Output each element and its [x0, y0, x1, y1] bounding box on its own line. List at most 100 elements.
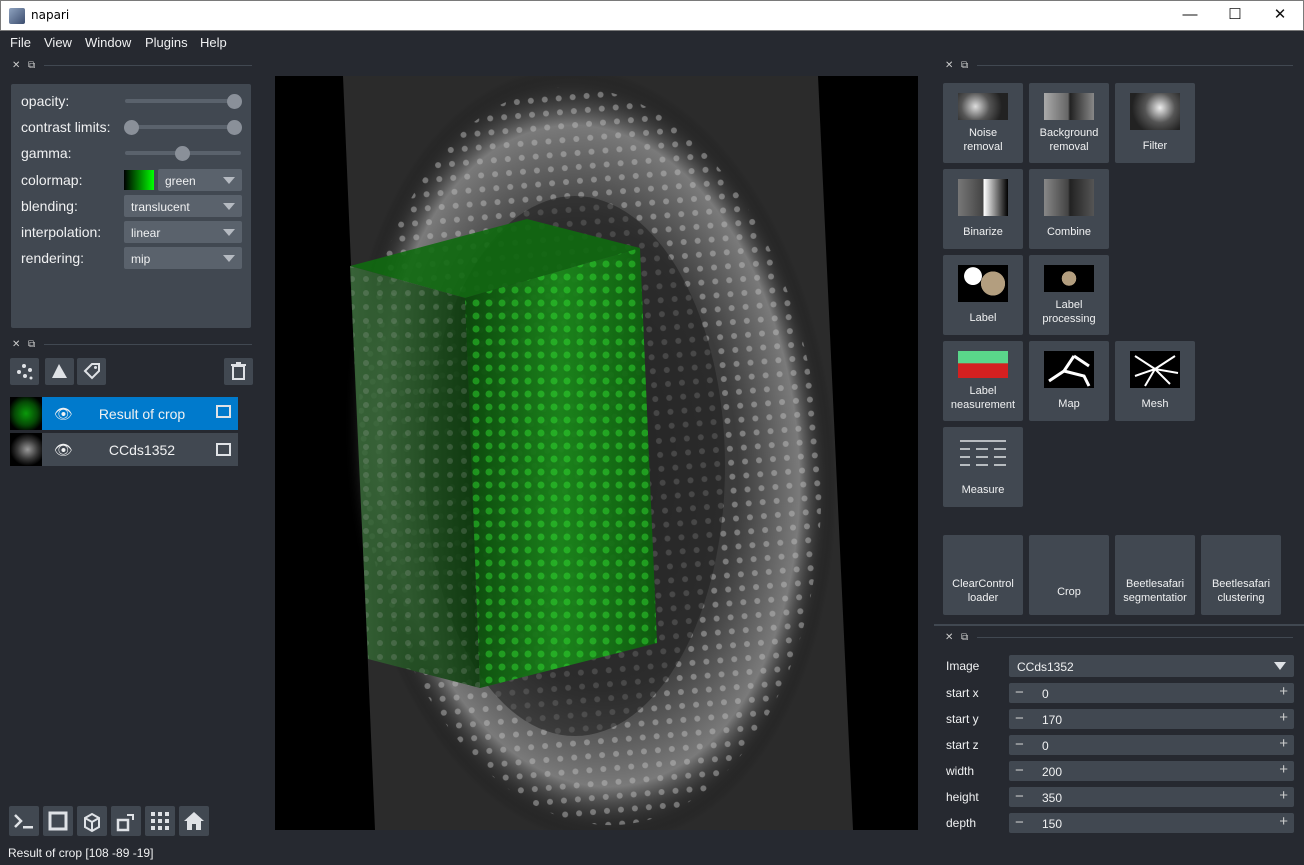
eye-icon[interactable]: 👁: [54, 405, 73, 423]
crop-button[interactable]: Crop: [1029, 535, 1109, 615]
depth-spinbox[interactable]: − 150 +: [1009, 813, 1294, 833]
blending-label: blending:: [21, 198, 78, 214]
image-select-value: CCds1352: [1017, 660, 1074, 674]
start-y-spinbox[interactable]: − 170 +: [1009, 709, 1294, 729]
start-z-spinbox[interactable]: − 0 +: [1009, 735, 1294, 755]
dock-float-icon[interactable]: ⧉: [28, 339, 35, 350]
dock-close-icon[interactable]: ✕: [12, 339, 20, 350]
rendering-value: mip: [131, 252, 151, 266]
beetlesafari-segmentation-button[interactable]: Beetlesafari segmentatior: [1115, 535, 1195, 615]
new-points-button[interactable]: [10, 358, 39, 385]
image-type-icon: [216, 443, 231, 456]
measure-button[interactable]: Measure: [943, 427, 1023, 507]
opacity-slider[interactable]: [125, 99, 241, 103]
dock-float-icon[interactable]: ⧉: [28, 60, 35, 71]
layer-row-ccds1352[interactable]: 👁 CCds1352: [10, 433, 238, 466]
colormap-dropdown[interactable]: green: [158, 169, 242, 191]
label-measurement-button[interactable]: Label neasurement: [943, 341, 1023, 421]
window-title: napari: [31, 8, 70, 22]
minus-icon[interactable]: −: [1015, 762, 1024, 779]
grid-button[interactable]: [145, 806, 175, 836]
console-button[interactable]: [9, 806, 39, 836]
menu-plugins[interactable]: Plugins: [145, 35, 188, 50]
height-spinbox[interactable]: − 350 +: [1009, 787, 1294, 807]
mesh-button[interactable]: Mesh: [1115, 341, 1195, 421]
contrast-limits-label: contrast limits:: [21, 119, 111, 135]
minus-icon[interactable]: −: [1015, 684, 1024, 701]
minus-icon[interactable]: −: [1015, 788, 1024, 805]
minimize-button[interactable]: —: [1167, 0, 1213, 30]
dock-close-icon[interactable]: ✕: [945, 632, 953, 643]
menu-view[interactable]: View: [44, 35, 72, 50]
plus-icon[interactable]: +: [1279, 709, 1288, 726]
dock-close-icon[interactable]: ✕: [945, 60, 953, 71]
grid-icon: [151, 812, 169, 830]
dock-close-icon[interactable]: ✕: [12, 60, 20, 71]
mesh-graph-icon: [1134, 355, 1179, 387]
minus-icon[interactable]: −: [1015, 814, 1024, 831]
rendering-dropdown[interactable]: mip: [124, 247, 242, 269]
transpose-button[interactable]: [111, 806, 141, 836]
menu-window[interactable]: Window: [85, 35, 131, 50]
plus-icon[interactable]: +: [1279, 787, 1288, 804]
width-spinbox[interactable]: − 200 +: [1009, 761, 1294, 781]
layer-row-result-of-crop[interactable]: 👁 Result of crop: [10, 397, 238, 430]
image-select[interactable]: CCds1352: [1009, 655, 1294, 677]
menu-help[interactable]: Help: [200, 35, 227, 50]
binarize-button[interactable]: Binarize: [943, 169, 1023, 249]
contrast-max-handle[interactable]: [227, 120, 242, 135]
eye-icon[interactable]: 👁: [54, 441, 73, 459]
close-button[interactable]: ✕: [1257, 0, 1303, 30]
layer-thumbnail: [10, 433, 42, 466]
blending-dropdown[interactable]: translucent: [124, 195, 242, 217]
home-button[interactable]: [179, 806, 209, 836]
maximize-button[interactable]: ☐: [1212, 0, 1258, 30]
roll-dims-button[interactable]: [77, 806, 107, 836]
clearcontrol-loader-button[interactable]: ClearControl loader: [943, 535, 1023, 615]
background-removal-button[interactable]: Background removal: [1029, 83, 1109, 163]
napari-logo-icon: [9, 8, 25, 24]
beetlesafari-clustering-button[interactable]: Beetlesafari clustering: [1201, 535, 1281, 615]
plus-icon[interactable]: +: [1279, 813, 1288, 830]
start-x-spinbox[interactable]: − 0 +: [1009, 683, 1294, 703]
plus-icon[interactable]: +: [1279, 761, 1288, 778]
mesh-thumb: [1130, 351, 1180, 388]
label-processing-button[interactable]: Label processing: [1029, 255, 1109, 335]
layer-name[interactable]: CCds1352: [72, 442, 212, 458]
start-x-label: start x: [946, 686, 979, 700]
combine-button[interactable]: Combine: [1029, 169, 1109, 249]
background-removal-thumb: [1044, 93, 1094, 120]
menu-file[interactable]: File: [10, 35, 31, 50]
viewer-canvas[interactable]: [275, 76, 918, 830]
crop-nuclei: [465, 248, 657, 688]
new-shapes-button[interactable]: [45, 358, 74, 385]
table-icon: [960, 440, 1006, 466]
console-icon: [14, 814, 33, 829]
ndisplay-button[interactable]: [43, 806, 73, 836]
minus-icon[interactable]: −: [1015, 736, 1024, 753]
contrast-limits-slider[interactable]: [125, 125, 241, 129]
tile-label: Background: [1039, 127, 1099, 139]
tile-label: clustering: [1217, 592, 1265, 604]
label-measurement-thumb: [958, 351, 1008, 378]
plus-icon[interactable]: +: [1279, 735, 1288, 752]
opacity-slider-handle[interactable]: [227, 94, 242, 109]
combine-thumb: [1044, 179, 1094, 216]
opacity-label: opacity:: [21, 93, 70, 109]
gamma-slider-handle[interactable]: [175, 146, 190, 161]
blending-value: translucent: [131, 200, 190, 214]
dock-float-icon[interactable]: ⧉: [961, 632, 968, 643]
contrast-min-handle[interactable]: [124, 120, 139, 135]
new-labels-button[interactable]: [77, 358, 106, 385]
dock-divider: [44, 344, 252, 345]
map-button[interactable]: Map: [1029, 341, 1109, 421]
noise-removal-button[interactable]: Noise removal: [943, 83, 1023, 163]
layer-name[interactable]: Result of crop: [72, 406, 212, 422]
interpolation-dropdown[interactable]: linear: [124, 221, 242, 243]
minus-icon[interactable]: −: [1015, 710, 1024, 727]
label-button[interactable]: Label: [943, 255, 1023, 335]
filter-button[interactable]: Filter: [1115, 83, 1195, 163]
delete-layer-button[interactable]: [224, 358, 253, 385]
dock-float-icon[interactable]: ⧉: [961, 60, 968, 71]
plus-icon[interactable]: +: [1279, 683, 1288, 700]
